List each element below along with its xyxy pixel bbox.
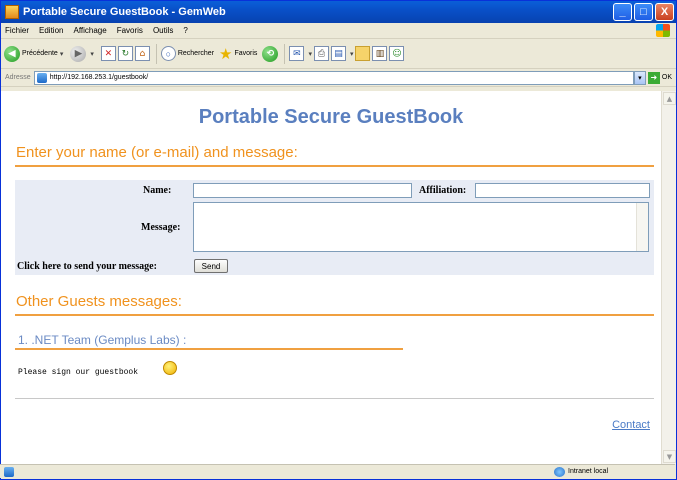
address-url: http://192.168.253.1/guestbook/ [49, 74, 149, 81]
menu-affichage[interactable]: Affichage [73, 26, 106, 35]
menu-help[interactable]: ? [183, 26, 187, 35]
toolbar-separator [155, 43, 157, 64]
message-label: Message: [141, 222, 181, 233]
others-underline [15, 314, 654, 316]
intranet-icon [554, 466, 565, 477]
zone-label: Intranet local [568, 468, 609, 475]
app-icon [5, 5, 19, 19]
affiliation-label: Affiliation: [419, 185, 467, 196]
contact-link[interactable]: Contact [612, 419, 650, 431]
go-label: OK [661, 74, 672, 81]
go-arrow-icon: ➜ [647, 71, 660, 84]
page-title: Portable Secure GuestBook [198, 106, 464, 128]
search-icon: ○ [160, 46, 176, 61]
page-content: Portable Secure GuestBook Enter your nam… [1, 91, 661, 464]
heading-underline [15, 165, 654, 167]
search-button[interactable]: ○ Rechercher [160, 46, 215, 61]
address-bar: Adresse http://192.168.253.1/guestbook/ … [1, 69, 676, 87]
maximize-button[interactable]: □ [634, 3, 653, 21]
window-title: Portable Secure GuestBook - GemWeb [23, 6, 226, 18]
folder-icon[interactable] [355, 46, 371, 61]
address-dropdown-icon[interactable]: ▾ [633, 70, 646, 85]
name-input[interactable] [193, 183, 412, 198]
forward-dropdown-icon[interactable]: ▾ [90, 50, 94, 58]
forward-button[interactable]: ▶ ▾ [70, 45, 96, 62]
mail-icon[interactable]: ✉ [289, 46, 305, 61]
refresh-icon[interactable]: ↻ [117, 46, 133, 61]
title-bar: Portable Secure GuestBook - GemWeb _ □ X [1, 1, 676, 23]
forward-arrow-icon: ▶ [70, 45, 87, 62]
menu-outils[interactable]: Outils [153, 26, 173, 35]
favorites-button[interactable]: ★ Favoris [219, 45, 257, 63]
menu-favoris[interactable]: Favoris [117, 26, 143, 35]
address-label: Adresse [5, 74, 31, 81]
divider [15, 398, 654, 399]
toolbar: ◀ Précédente ▾ ▶ ▾ ✕ ↻ ⌂ ○ Rechercher ★ … [1, 39, 676, 69]
guestbook-form: Name: Affiliation: Message: Click here t… [15, 180, 654, 275]
entry-underline [15, 348, 403, 350]
send-prompt: Click here to send your message: [17, 261, 157, 272]
address-input[interactable]: http://192.168.253.1/guestbook/ [33, 70, 634, 85]
others-heading: Other Guests messages: [16, 293, 182, 310]
page-scrollbar[interactable]: ▲ ▼ [661, 91, 676, 464]
history-icon[interactable]: ⟲ [262, 45, 279, 62]
go-button[interactable]: ➜ OK [647, 71, 672, 84]
mail-dropdown-icon[interactable]: ▾ [308, 50, 312, 58]
back-arrow-icon: ◀ [4, 45, 20, 62]
entry-title: 1. .NET Team (Gemplus Labs) : [18, 333, 187, 347]
back-dropdown-icon[interactable]: ▾ [60, 50, 64, 58]
affiliation-input[interactable] [475, 183, 650, 198]
enter-heading: Enter your name (or e-mail) and message: [16, 144, 298, 161]
edit-dropdown-icon[interactable]: ▾ [350, 50, 354, 58]
edit-icon[interactable]: ▤ [330, 46, 346, 61]
windows-logo-icon [656, 24, 670, 37]
send-button[interactable]: Send [194, 259, 228, 273]
print-icon[interactable]: ⎙ [313, 46, 329, 61]
status-page-icon [4, 466, 14, 477]
favorites-label: Favoris [234, 50, 258, 57]
entry-message: Please sign our guestbook [18, 368, 139, 377]
message-textarea[interactable] [193, 202, 649, 252]
page-icon [36, 72, 47, 83]
security-zone: Intranet local [554, 466, 609, 477]
home-icon[interactable]: ⌂ [134, 46, 150, 61]
close-button[interactable]: X [655, 3, 674, 21]
stop-icon[interactable]: ✕ [100, 46, 116, 61]
menu-fichier[interactable]: Fichier [5, 26, 29, 35]
menu-edition[interactable]: Edition [39, 26, 63, 35]
status-bar: Intranet local [0, 464, 675, 478]
smiley-icon [163, 361, 177, 375]
toolbar-separator [284, 43, 286, 64]
research-icon[interactable]: ▥ [372, 46, 388, 61]
name-label: Name: [143, 185, 172, 196]
messenger-icon[interactable]: ☺ [389, 46, 405, 61]
back-button[interactable]: ◀ Précédente ▾ [4, 45, 65, 62]
minimize-button[interactable]: _ [613, 3, 632, 21]
textarea-scrollbar[interactable] [636, 203, 648, 251]
search-label: Rechercher [177, 50, 215, 57]
back-label: Précédente [22, 50, 58, 57]
scroll-up-icon[interactable]: ▲ [663, 92, 676, 105]
menu-bar: Fichier Edition Affichage Favoris Outils… [1, 23, 676, 39]
star-icon: ★ [219, 45, 233, 63]
scroll-down-icon[interactable]: ▼ [663, 450, 676, 463]
